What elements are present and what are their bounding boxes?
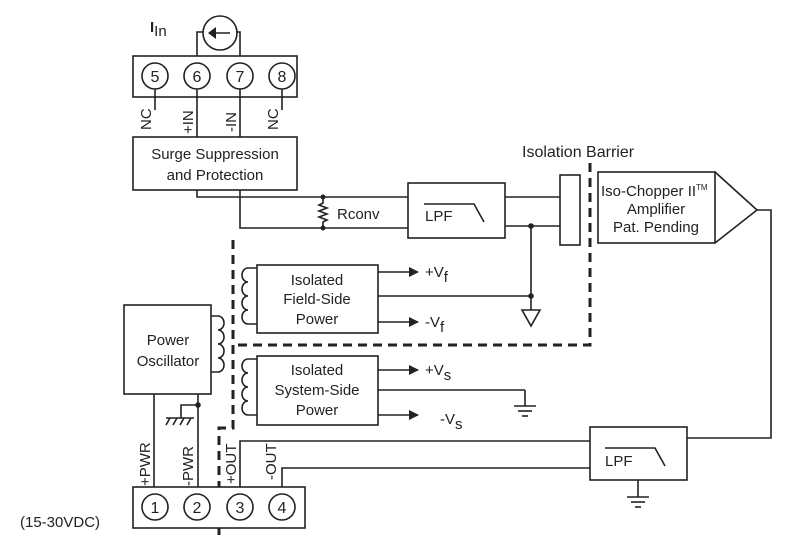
- pin-label-minus-out: -OUT: [263, 443, 280, 480]
- terminal-1: 1: [141, 493, 169, 521]
- ground-icon: [514, 390, 536, 417]
- svg-text:Amplifier: Amplifier: [627, 201, 685, 218]
- current-label: IIn: [150, 19, 167, 40]
- svg-text:Power: Power: [296, 402, 339, 419]
- svg-text:8: 8: [278, 69, 287, 86]
- transformer-coil-icon: [211, 315, 225, 373]
- svg-text:5: 5: [151, 69, 160, 86]
- system-side-power-block: Isolated System-Side Power: [256, 355, 379, 426]
- chassis-ground-icon: [165, 404, 198, 426]
- svg-text:LPF: LPF: [425, 208, 453, 225]
- svg-text:Field-Side: Field-Side: [283, 291, 351, 308]
- lpf-output-filter: LPF: [589, 426, 688, 481]
- svg-text:LPF: LPF: [605, 453, 633, 470]
- svg-text:2: 2: [193, 500, 202, 517]
- transformer-coil-icon: [241, 267, 257, 325]
- pin-label-nc-5: NC: [138, 108, 155, 130]
- transformer-coil-icon: [241, 358, 257, 416]
- pin-label-minus-in: -IN: [223, 112, 240, 132]
- svg-text:Power: Power: [147, 332, 190, 349]
- svg-text:Isolated: Isolated: [291, 272, 344, 289]
- svg-text:Power: Power: [296, 311, 339, 328]
- field-side-power-block: Isolated Field-Side Power: [256, 264, 379, 334]
- pin-label-plus-in: +IN: [180, 110, 197, 134]
- power-oscillator-block: Power Oscillator: [123, 304, 212, 395]
- svg-text:Iso-Chopper IITM: Iso-Chopper IITM: [601, 183, 708, 200]
- svg-text:3: 3: [236, 500, 245, 517]
- svg-text:6: 6: [193, 69, 202, 86]
- plus-vs-label: +Vs: [425, 362, 451, 384]
- terminal-2: 2: [183, 493, 211, 521]
- svg-text:Isolated: Isolated: [291, 362, 344, 379]
- terminal-8: 8: [268, 62, 296, 90]
- signal-ground-icon: [520, 309, 542, 328]
- terminal-3: 3: [226, 493, 254, 521]
- rconv-label: Rconv: [337, 206, 380, 223]
- ground-icon: [627, 480, 649, 508]
- lpf-input-filter: LPF: [407, 182, 506, 239]
- modulator-block: [559, 174, 581, 246]
- surge-label-2: and Protection: [167, 167, 264, 184]
- svg-text:System-Side: System-Side: [274, 382, 359, 399]
- current-source-icon: [196, 15, 241, 62]
- svg-text:7: 7: [236, 69, 245, 86]
- svg-text:4: 4: [278, 500, 287, 517]
- pin-label-plus-pwr: +PWR: [137, 442, 154, 486]
- supply-range-label: (15-30VDC): [20, 514, 100, 531]
- minus-vs-label: -Vs: [440, 411, 463, 433]
- isolation-barrier-label: Isolation Barrier: [522, 144, 635, 161]
- terminal-4: 4: [268, 493, 296, 521]
- plus-vf-label: +Vf: [425, 264, 449, 286]
- svg-text:Oscillator: Oscillator: [137, 353, 200, 370]
- terminal-5: 5: [141, 62, 169, 90]
- pin-label-plus-out: +OUT: [223, 444, 240, 484]
- terminal-7: 7: [226, 62, 254, 90]
- signal-conditioner-block-diagram: IIn 5 6 7 8 NC +IN -IN NC Surge Suppress…: [20, 15, 772, 541]
- pin-label-minus-pwr: -PWR: [180, 446, 197, 486]
- svg-text:Pat. Pending: Pat. Pending: [613, 219, 699, 236]
- iso-chopper-amplifier: Iso-Chopper IITM Amplifier Pat. Pending: [597, 171, 759, 244]
- minus-vf-label: -Vf: [425, 314, 445, 336]
- terminal-6: 6: [183, 62, 211, 90]
- pin-label-nc-8: NC: [265, 108, 282, 130]
- surge-label-1: Surge Suppression: [151, 146, 279, 163]
- resistor-icon: [316, 194, 330, 231]
- svg-text:1: 1: [151, 500, 160, 517]
